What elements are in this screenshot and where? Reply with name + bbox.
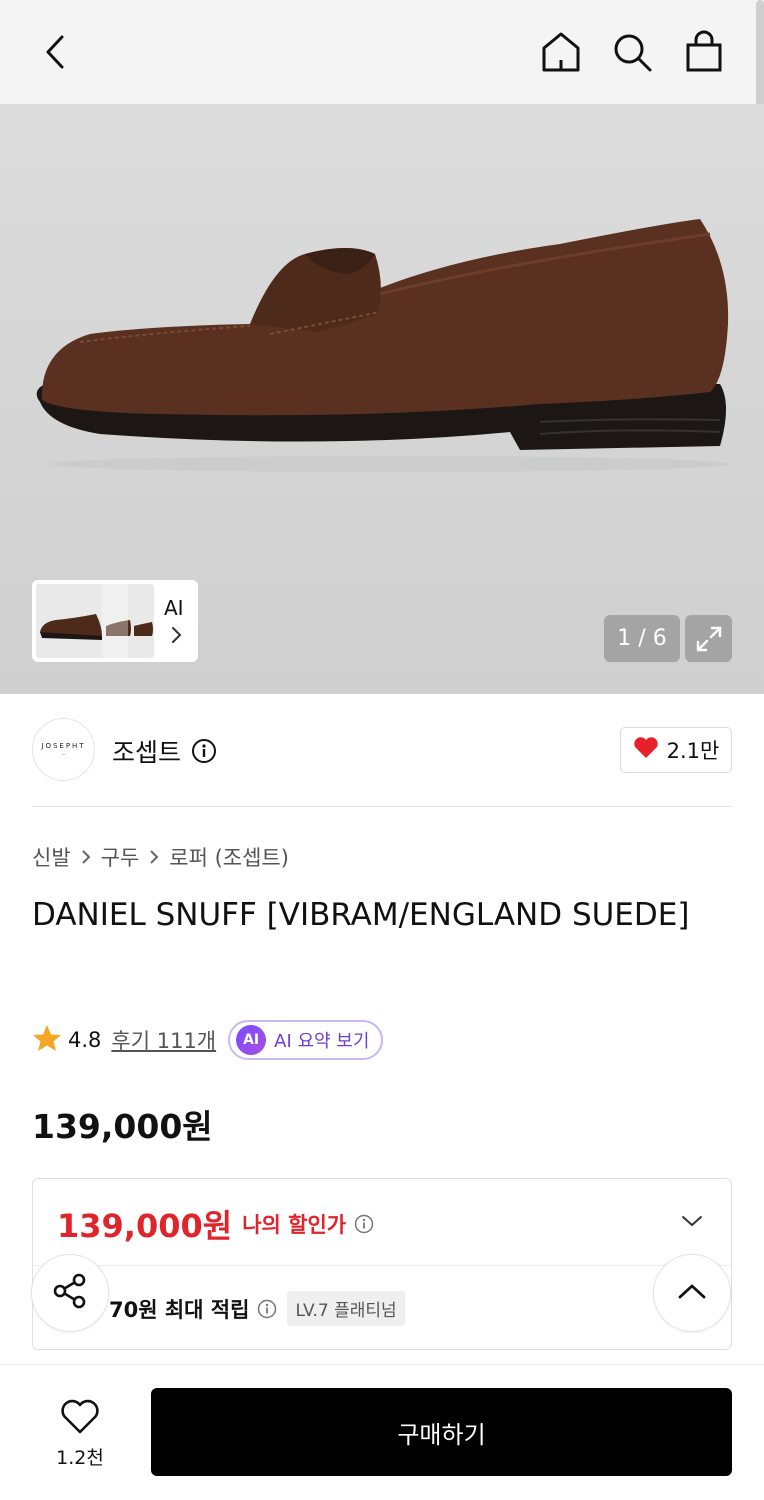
info-icon[interactable]: [354, 1214, 374, 1234]
chevron-right-icon: [149, 849, 159, 865]
discount-label: 나의 할인가: [242, 1213, 347, 1237]
thumbnail-image: [36, 584, 154, 658]
brand-logo[interactable]: JOSEPHT —: [32, 718, 95, 781]
discount-card[interactable]: 139,000원 나의 할인가 70원 최대 적립 LV.7 플래티넘: [32, 1178, 732, 1350]
brand-logo-subtext: —: [61, 752, 66, 757]
buy-button[interactable]: 구매하기: [151, 1388, 732, 1476]
scrollbar-thumb[interactable]: [756, 0, 764, 120]
discount-row: 139,000원 나의 할인가: [57, 1201, 374, 1247]
rating-row: 4.8 후기 111개 AI AI 요약 보기: [32, 1020, 384, 1060]
info-icon[interactable]: [257, 1299, 277, 1319]
heart-outline-icon: [60, 1399, 100, 1439]
chevron-up-icon: [677, 1282, 707, 1304]
scroll-top-button[interactable]: [653, 1254, 731, 1332]
breadcrumb-item-loafer[interactable]: 로퍼 (조셉트): [169, 842, 289, 872]
review-count-link[interactable]: 후기 111개: [111, 1025, 216, 1055]
home-icon[interactable]: [537, 28, 585, 76]
bag-icon[interactable]: [680, 28, 728, 76]
brand-name[interactable]: 조셉트: [112, 733, 181, 769]
membership-level-badge: LV.7 플래티넘: [287, 1291, 405, 1326]
divider: [32, 806, 732, 807]
divider: [33, 1265, 731, 1266]
search-icon[interactable]: [608, 28, 656, 76]
star-icon: [32, 1024, 62, 1056]
product-price: 139,000원: [32, 1107, 213, 1146]
ai-badge-icon: AI: [236, 1025, 267, 1055]
chevron-down-icon[interactable]: [681, 1213, 703, 1232]
top-nav-bar: [0, 0, 764, 104]
wishlist-count: 1.2천: [56, 1446, 104, 1469]
chevron-right-icon: [81, 849, 91, 865]
breadcrumb: 신발 구두 로퍼 (조셉트): [32, 842, 289, 872]
breadcrumb-item-shoes[interactable]: 신발: [32, 842, 71, 872]
brand-like-button[interactable]: 2.1만: [620, 727, 732, 773]
discount-price: 139,000원: [57, 1207, 233, 1245]
product-title: DANIEL SNUFF [VIBRAM/ENGLAND SUEDE]: [32, 897, 690, 933]
image-counter: 1 / 6: [604, 615, 680, 662]
chevron-right-icon: [170, 626, 182, 648]
brand-logo-text: JOSEPHT: [41, 742, 86, 750]
points-text: 70원 최대 적립: [109, 1297, 250, 1322]
expand-icon[interactable]: [685, 615, 732, 662]
ai-thumbnail-card[interactable]: AI: [32, 580, 198, 662]
breadcrumb-item-dress-shoes[interactable]: 구두: [101, 842, 140, 872]
product-image: [36, 219, 730, 472]
rating-score: 4.8: [68, 1028, 102, 1052]
share-icon: [51, 1272, 89, 1314]
divider: [0, 1364, 764, 1365]
thumbnail-ai-label: AI: [164, 596, 184, 620]
brand-like-count: 2.1만: [666, 739, 720, 763]
ai-summary-button[interactable]: AI AI 요약 보기: [228, 1020, 384, 1060]
product-image-gallery[interactable]: AI 1 / 6: [0, 104, 764, 694]
wishlist-button[interactable]: 1.2천: [32, 1390, 128, 1478]
share-button[interactable]: [31, 1254, 109, 1332]
points-row: 70원 최대 적립 LV.7 플래티넘: [109, 1291, 405, 1326]
ai-summary-label: AI 요약 보기: [274, 1031, 370, 1052]
back-icon[interactable]: [32, 28, 80, 76]
info-icon[interactable]: [191, 738, 217, 768]
heart-icon: [633, 736, 659, 765]
